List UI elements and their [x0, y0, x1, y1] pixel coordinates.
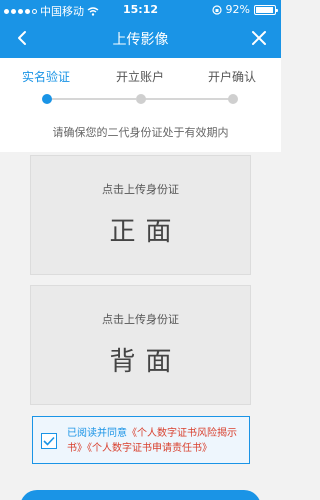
nav-bar: 上传影像	[0, 20, 281, 58]
step-dot-current	[42, 94, 52, 104]
liability-statement-link[interactable]: 《个人数字证书申请责任书》	[87, 443, 212, 454]
upload-id-front[interactable]: 点击上传身份证 正面	[30, 155, 251, 275]
upload-caption: 点击上传身份证	[102, 313, 179, 326]
close-icon	[252, 31, 266, 45]
agreement-text: 已阅读并同意《个人数字证书风险揭示书》《个人数字证书申请责任书》	[67, 426, 243, 456]
app-screen: 中国移动 15:12 92% 上传影像 实名验证 开立账户 开户确认 请确保您的…	[0, 0, 281, 500]
step-label-verify: 实名验证	[22, 70, 71, 84]
agree-checkbox[interactable]	[41, 433, 57, 449]
page-title: 上传影像	[112, 32, 169, 48]
step-dot	[136, 94, 146, 104]
agreement-box: 已阅读并同意《个人数字证书风险揭示书》《个人数字证书申请责任书》	[32, 416, 250, 464]
id-side-label: 正面	[109, 217, 182, 247]
step-connector	[145, 98, 231, 100]
step-connector	[48, 98, 136, 100]
check-icon	[43, 436, 55, 446]
step-dot	[228, 94, 238, 104]
battery-icon	[254, 4, 278, 15]
agreement-prefix: 已阅读并同意	[67, 428, 127, 439]
id-side-label: 背面	[109, 347, 182, 377]
status-bar: 中国移动 15:12 92%	[0, 0, 281, 20]
close-button[interactable]	[245, 24, 273, 52]
status-right: 92%	[211, 3, 278, 16]
orientation-lock-icon	[211, 4, 222, 15]
step-label-confirm: 开户确认	[208, 70, 257, 84]
upload-id-back[interactable]: 点击上传身份证 背面	[30, 285, 251, 405]
battery-percent: 92%	[225, 3, 250, 16]
progress-steps: 实名验证 开立账户 开户确认	[0, 58, 281, 118]
upload-caption: 点击上传身份证	[102, 183, 179, 196]
next-button[interactable]	[20, 490, 261, 500]
step-label-open-account: 开立账户	[116, 70, 165, 84]
id-validity-hint: 请确保您的二代身份证处于有效期内	[0, 118, 281, 152]
